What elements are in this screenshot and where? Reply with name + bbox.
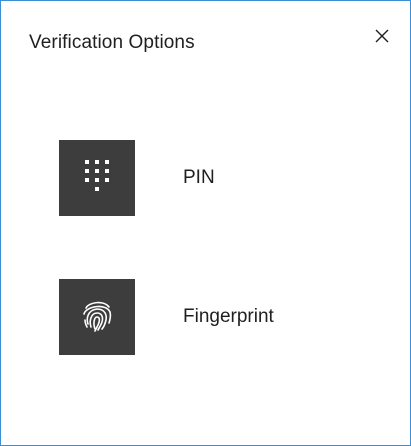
pin-keypad-icon: [85, 159, 109, 197]
option-pin[interactable]: PIN: [59, 140, 215, 216]
verification-options-dialog: Verification Options PIN Fingerprint: [0, 0, 411, 446]
close-button[interactable]: [365, 23, 399, 53]
pin-tile: [59, 140, 135, 216]
fingerprint-icon: [80, 298, 114, 337]
option-pin-label: PIN: [183, 167, 215, 188]
fingerprint-tile: [59, 279, 135, 355]
dialog-title: Verification Options: [29, 32, 195, 53]
option-fingerprint-label: Fingerprint: [183, 306, 274, 327]
close-icon: [374, 28, 390, 49]
option-fingerprint[interactable]: Fingerprint: [59, 279, 274, 355]
